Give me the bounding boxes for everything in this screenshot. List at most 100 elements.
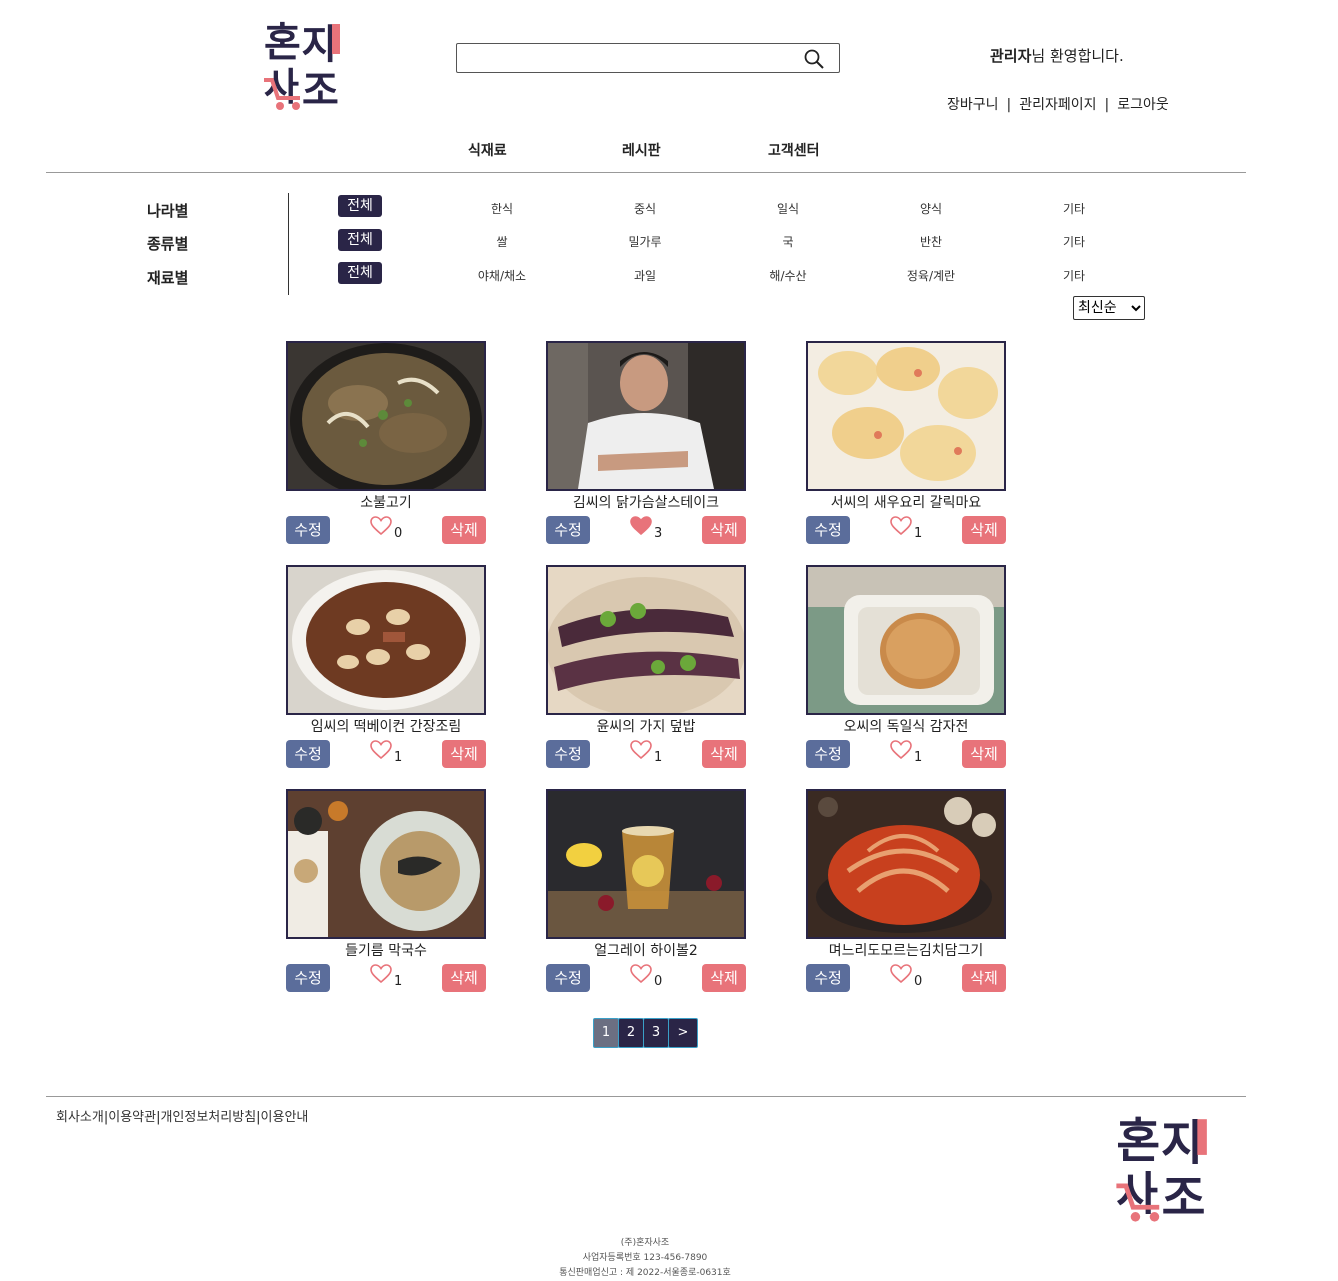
- filter-option[interactable]: 국: [782, 233, 793, 250]
- delete-button[interactable]: 삭제: [962, 516, 1006, 544]
- filter-option[interactable]: 기타: [1063, 233, 1085, 250]
- nav-item-customer-center[interactable]: 고객센터: [768, 140, 820, 160]
- like-toggle[interactable]: 1: [370, 964, 410, 992]
- recipe-title[interactable]: 임씨의 떡베이컨 간장조림: [266, 716, 506, 736]
- filter-option[interactable]: 쌀: [496, 233, 507, 250]
- footer-link-terms[interactable]: 이용약관: [108, 1110, 156, 1125]
- like-count: 0: [914, 974, 923, 989]
- delete-button[interactable]: 삭제: [442, 516, 486, 544]
- filter-all-type[interactable]: 전체: [338, 229, 382, 251]
- recipe-title[interactable]: 서씨의 새우요리 갈릭마요: [786, 492, 1026, 512]
- bulgogi-photo[interactable]: [286, 341, 486, 491]
- search-input[interactable]: [463, 44, 797, 72]
- filter-option[interactable]: 중식: [634, 200, 656, 217]
- recipe-title[interactable]: 들기름 막국수: [266, 940, 506, 960]
- recipe-title[interactable]: 며느리도모르는김치담그기: [786, 940, 1026, 960]
- next-page-button[interactable]: >: [668, 1018, 698, 1048]
- footer-link-guide[interactable]: 이용안내: [261, 1110, 309, 1125]
- like-toggle[interactable]: 1: [630, 740, 670, 768]
- welcome-username: 관리자: [990, 47, 1032, 65]
- like-toggle[interactable]: 0: [890, 964, 930, 992]
- delete-button[interactable]: 삭제: [702, 740, 746, 768]
- sort-select[interactable]: 최신순: [1073, 296, 1145, 320]
- filter-label-type: 종류별: [147, 235, 189, 253]
- delete-button[interactable]: 삭제: [962, 740, 1006, 768]
- like-toggle[interactable]: 3: [630, 516, 670, 544]
- filter-option[interactable]: 한식: [491, 200, 513, 217]
- filter-option[interactable]: 기타: [1063, 200, 1085, 217]
- like-toggle[interactable]: 0: [370, 516, 410, 544]
- delete-button[interactable]: 삭제: [442, 964, 486, 992]
- filter-option[interactable]: 양식: [920, 200, 942, 217]
- like-toggle[interactable]: 0: [630, 964, 670, 992]
- filter-option[interactable]: 야채/채소: [478, 267, 526, 284]
- recipe-card: 오씨의 독일식 감자전 수정 1 삭제: [806, 565, 1006, 775]
- delete-button[interactable]: 삭제: [442, 740, 486, 768]
- perilla-oil-noodles-photo[interactable]: [286, 789, 486, 939]
- logout-link[interactable]: 로그아웃: [1117, 97, 1169, 113]
- heart-outline-icon: [630, 964, 652, 984]
- nav-item-recipes[interactable]: 레시판: [622, 140, 661, 160]
- heart-outline-icon: [370, 964, 392, 984]
- recipe-title[interactable]: 김씨의 닭가슴살스테이크: [526, 492, 766, 512]
- garlic-mayo-shrimp-photo[interactable]: [806, 341, 1006, 491]
- heart-outline-icon: [630, 740, 652, 760]
- filter-option[interactable]: 일식: [777, 200, 799, 217]
- earl-grey-highball-photo[interactable]: [546, 789, 746, 939]
- edit-button[interactable]: 수정: [546, 740, 590, 768]
- edit-button[interactable]: 수정: [286, 516, 330, 544]
- potato-pancake-photo[interactable]: [806, 565, 1006, 715]
- filter-option[interactable]: 밀가루: [628, 233, 661, 250]
- edit-button[interactable]: 수정: [286, 740, 330, 768]
- filter-all-country[interactable]: 전체: [338, 195, 382, 217]
- filter-option[interactable]: 과일: [634, 267, 656, 284]
- filter-option[interactable]: 정육/계란: [907, 267, 955, 284]
- heart-outline-icon: [890, 740, 912, 760]
- admin-page-link[interactable]: 관리자페이지: [1019, 97, 1096, 113]
- filter-all-ingredient[interactable]: 전체: [338, 262, 382, 284]
- page-button-3[interactable]: 3: [643, 1018, 669, 1048]
- kimchi-photo[interactable]: [806, 789, 1006, 939]
- welcome-message: 관리자님 환영합니다.: [990, 45, 1124, 66]
- edit-button[interactable]: 수정: [286, 964, 330, 992]
- like-toggle[interactable]: 1: [370, 740, 410, 768]
- business-number: 사업자등록번호 123-456-7890: [582, 1253, 708, 1263]
- delete-button[interactable]: 삭제: [702, 964, 746, 992]
- like-toggle[interactable]: 1: [890, 740, 930, 768]
- recipe-card: 서씨의 새우요리 갈릭마요 수정 1 삭제: [806, 341, 1006, 551]
- delete-button[interactable]: 삭제: [962, 964, 1006, 992]
- page-button-1[interactable]: 1: [593, 1018, 619, 1048]
- chef-portrait-photo[interactable]: [546, 341, 746, 491]
- edit-button[interactable]: 수정: [806, 516, 850, 544]
- filter-option[interactable]: 기타: [1063, 267, 1085, 284]
- link-separator: |: [1006, 97, 1012, 113]
- recipe-card: 얼그레이 하이볼2 수정 0 삭제: [546, 789, 746, 999]
- nav-item-ingredients[interactable]: 식재료: [468, 140, 507, 160]
- filter-option[interactable]: 반찬: [920, 233, 942, 250]
- cart-link[interactable]: 장바구니: [947, 97, 999, 113]
- svg-text:조: 조: [1162, 1171, 1206, 1224]
- edit-button[interactable]: 수정: [546, 516, 590, 544]
- eggplant-rice-bowl-photo[interactable]: [546, 565, 746, 715]
- footer-link-privacy[interactable]: 개인정보처리방침: [160, 1110, 256, 1125]
- filter-option[interactable]: 해/수산: [769, 267, 806, 284]
- site-logo[interactable]: 혼 자 사 조: [262, 18, 346, 112]
- edit-button[interactable]: 수정: [806, 740, 850, 768]
- header-divider: [46, 172, 1246, 173]
- edit-button[interactable]: 수정: [806, 964, 850, 992]
- recipe-title[interactable]: 얼그레이 하이볼2: [526, 940, 766, 960]
- footer-logo: 혼 자 사 조: [1114, 1112, 1214, 1224]
- like-toggle[interactable]: 1: [890, 516, 930, 544]
- rice-cake-bacon-photo[interactable]: [286, 565, 486, 715]
- page-button-2[interactable]: 2: [618, 1018, 644, 1048]
- recipe-title[interactable]: 소불고기: [266, 492, 506, 512]
- search-bar: [456, 43, 840, 73]
- recipe-card: 들기름 막국수 수정 1 삭제: [286, 789, 486, 999]
- search-icon[interactable]: [803, 48, 825, 70]
- footer-links: 회사소개|이용약관|개인정보처리방침|이용안내: [56, 1106, 308, 1125]
- recipe-title[interactable]: 윤씨의 가지 덮밥: [526, 716, 766, 736]
- delete-button[interactable]: 삭제: [702, 516, 746, 544]
- footer-link-about[interactable]: 회사소개: [56, 1110, 104, 1125]
- edit-button[interactable]: 수정: [546, 964, 590, 992]
- recipe-title[interactable]: 오씨의 독일식 감자전: [786, 716, 1026, 736]
